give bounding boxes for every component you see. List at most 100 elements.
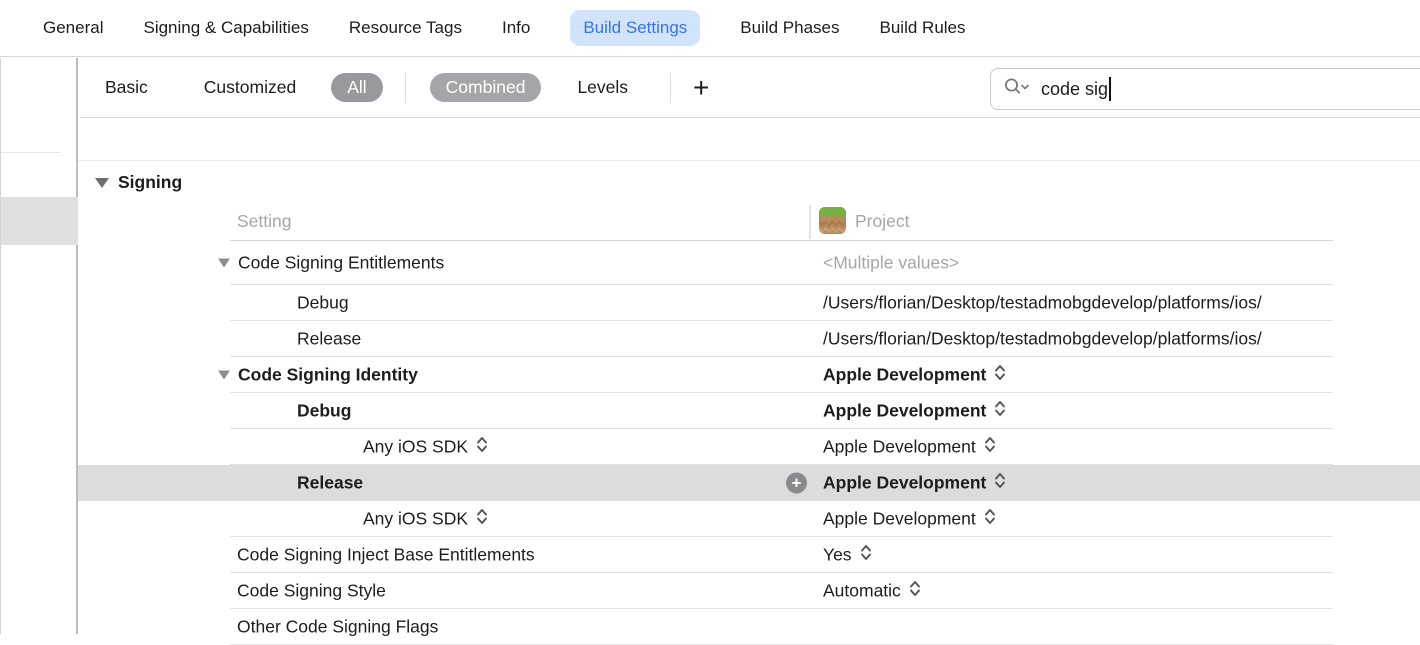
- build-settings-table: Signing Setting Project Code Signing Ent…: [78, 118, 1420, 634]
- tab-signing-capabilities[interactable]: Signing & Capabilities: [143, 10, 308, 46]
- setting-column-header: Setting: [237, 211, 291, 232]
- project-app-icon: [819, 207, 846, 239]
- section-title: Signing: [118, 172, 182, 193]
- setting-value-text: Apple Development: [823, 473, 986, 494]
- setting-name-text: Release: [297, 329, 361, 350]
- setting-value-text: Apple Development: [823, 509, 976, 530]
- setting-name-text: Release: [297, 473, 363, 494]
- section-header-signing[interactable]: Signing: [95, 172, 182, 193]
- setting-name-text: Code Signing Entitlements: [238, 253, 444, 274]
- tab-build-settings[interactable]: Build Settings: [570, 10, 700, 46]
- text-cursor: [1109, 77, 1111, 101]
- add-value-icon[interactable]: +: [786, 473, 807, 494]
- scope-basic-button[interactable]: Basic: [105, 77, 148, 98]
- setting-value[interactable]: Apple Development: [823, 400, 1420, 423]
- view-combined-button[interactable]: Combined: [430, 73, 542, 102]
- setting-name: Code Signing Entitlements: [218, 253, 444, 274]
- setting-name-text: Code Signing Inject Base Entitlements: [237, 545, 535, 566]
- stepper-chevrons-icon[interactable]: [984, 436, 996, 459]
- setting-name: Release: [297, 473, 363, 494]
- setting-value[interactable]: Automatic: [823, 580, 1420, 603]
- setting-name: Code Signing Inject Base Entitlements: [237, 545, 535, 566]
- disclosure-triangle-icon[interactable]: [218, 259, 230, 268]
- disclosure-triangle-icon[interactable]: [95, 178, 109, 188]
- setting-name-text: Code Signing Style: [237, 581, 386, 602]
- search-field[interactable]: code sig: [990, 68, 1420, 110]
- setting-name-text: Debug: [297, 293, 349, 314]
- setting-name: Debug: [297, 293, 349, 314]
- setting-name-text: Any iOS SDK: [363, 509, 468, 530]
- settings-rows: Code Signing Entitlements <Multiple value…: [78, 241, 1420, 645]
- add-setting-button[interactable]: +: [693, 78, 709, 98]
- build-settings-toolbar: Basic Customized All Combined Levels + c…: [80, 58, 1420, 118]
- stepper-chevrons-icon[interactable]: [994, 472, 1006, 495]
- setting-value[interactable]: Apple Development: [823, 436, 1420, 459]
- setting-value-text: /Users/florian/Desktop/testadmobgdevelop…: [823, 329, 1262, 350]
- setting-name-text: Other Code Signing Flags: [237, 617, 438, 638]
- setting-name-text: Any iOS SDK: [363, 437, 468, 458]
- stepper-chevrons-icon[interactable]: [476, 508, 488, 531]
- tab-general[interactable]: General: [43, 10, 103, 46]
- setting-value[interactable]: /Users/florian/Desktop/testadmobgdevelop…: [823, 329, 1420, 350]
- stepper-chevrons-icon[interactable]: [994, 400, 1006, 423]
- setting-value[interactable]: Apple Development: [823, 508, 1420, 531]
- navigator-sidebar: [0, 58, 78, 634]
- disclosure-triangle-icon[interactable]: [218, 371, 230, 380]
- content-divider: [78, 160, 1420, 161]
- project-column-header: Project: [855, 211, 909, 232]
- setting-value-text: Apple Development: [823, 437, 976, 458]
- setting-row[interactable]: Release + Apple Development: [78, 465, 1420, 501]
- setting-value[interactable]: /Users/florian/Desktop/testadmobgdevelop…: [823, 293, 1420, 314]
- setting-row[interactable]: Debug/Users/florian/Desktop/testadmobgde…: [78, 285, 1420, 321]
- sidebar-divider: [1, 152, 61, 153]
- setting-value-text: <Multiple values>: [823, 253, 959, 274]
- setting-row[interactable]: Any iOS SDK Apple Development: [78, 501, 1420, 537]
- view-levels-button[interactable]: Levels: [577, 77, 628, 98]
- tab-build-phases[interactable]: Build Phases: [740, 10, 839, 46]
- setting-value[interactable]: Apple Development: [823, 472, 1420, 495]
- setting-value[interactable]: Yes: [823, 544, 1420, 567]
- setting-value-text: Automatic: [823, 581, 901, 602]
- scope-all-button[interactable]: All: [331, 73, 382, 102]
- setting-row[interactable]: Code Signing Inject Base Entitlements Yes: [78, 537, 1420, 573]
- stepper-chevrons-icon[interactable]: [909, 580, 921, 603]
- column-divider: [809, 205, 811, 239]
- stepper-chevrons-icon[interactable]: [476, 436, 488, 459]
- setting-value[interactable]: Apple Development: [823, 364, 1420, 387]
- stepper-chevrons-icon[interactable]: [984, 508, 996, 531]
- search-icon[interactable]: [1003, 76, 1031, 103]
- setting-value-text: /Users/florian/Desktop/testadmobgdevelop…: [823, 293, 1262, 314]
- table-column-header: Setting Project: [78, 203, 1420, 241]
- target-tab-bar: General Signing & Capabilities Resource Ta…: [0, 0, 1420, 57]
- toolbar-separator: [670, 73, 671, 103]
- sidebar-selected-item[interactable]: [1, 197, 79, 245]
- setting-value-text: Yes: [823, 545, 852, 566]
- setting-row[interactable]: Release/Users/florian/Desktop/testadmobg…: [78, 321, 1420, 357]
- setting-name: Debug: [297, 401, 351, 422]
- toolbar-separator: [405, 73, 406, 103]
- setting-value-text: Apple Development: [823, 365, 986, 386]
- setting-name: Other Code Signing Flags: [237, 617, 438, 638]
- setting-row[interactable]: Debug Apple Development: [78, 393, 1420, 429]
- setting-row[interactable]: Other Code Signing Flags: [78, 609, 1420, 645]
- setting-name: Any iOS SDK: [363, 508, 488, 531]
- setting-row[interactable]: Code Signing Entitlements <Multiple value…: [78, 241, 1420, 285]
- setting-row[interactable]: Any iOS SDK Apple Development: [78, 429, 1420, 465]
- setting-name: Code Signing Style: [237, 581, 386, 602]
- setting-row[interactable]: Code Signing Identity Apple Development: [78, 357, 1420, 393]
- setting-name: Release: [297, 329, 361, 350]
- stepper-chevrons-icon[interactable]: [994, 364, 1006, 387]
- setting-name-text: Code Signing Identity: [238, 365, 418, 386]
- search-input-text[interactable]: code sig: [1041, 79, 1108, 100]
- setting-name: Code Signing Identity: [218, 365, 418, 386]
- stepper-chevrons-icon[interactable]: [860, 544, 872, 567]
- setting-row[interactable]: Code Signing Style Automatic: [78, 573, 1420, 609]
- tab-build-rules[interactable]: Build Rules: [880, 10, 966, 46]
- setting-value[interactable]: <Multiple values>: [823, 253, 1420, 274]
- setting-name-text: Debug: [297, 401, 351, 422]
- tab-resource-tags[interactable]: Resource Tags: [349, 10, 462, 46]
- setting-name: Any iOS SDK: [363, 436, 488, 459]
- tab-info[interactable]: Info: [502, 10, 530, 46]
- scope-customized-button[interactable]: Customized: [204, 77, 296, 98]
- setting-value-text: Apple Development: [823, 401, 986, 422]
